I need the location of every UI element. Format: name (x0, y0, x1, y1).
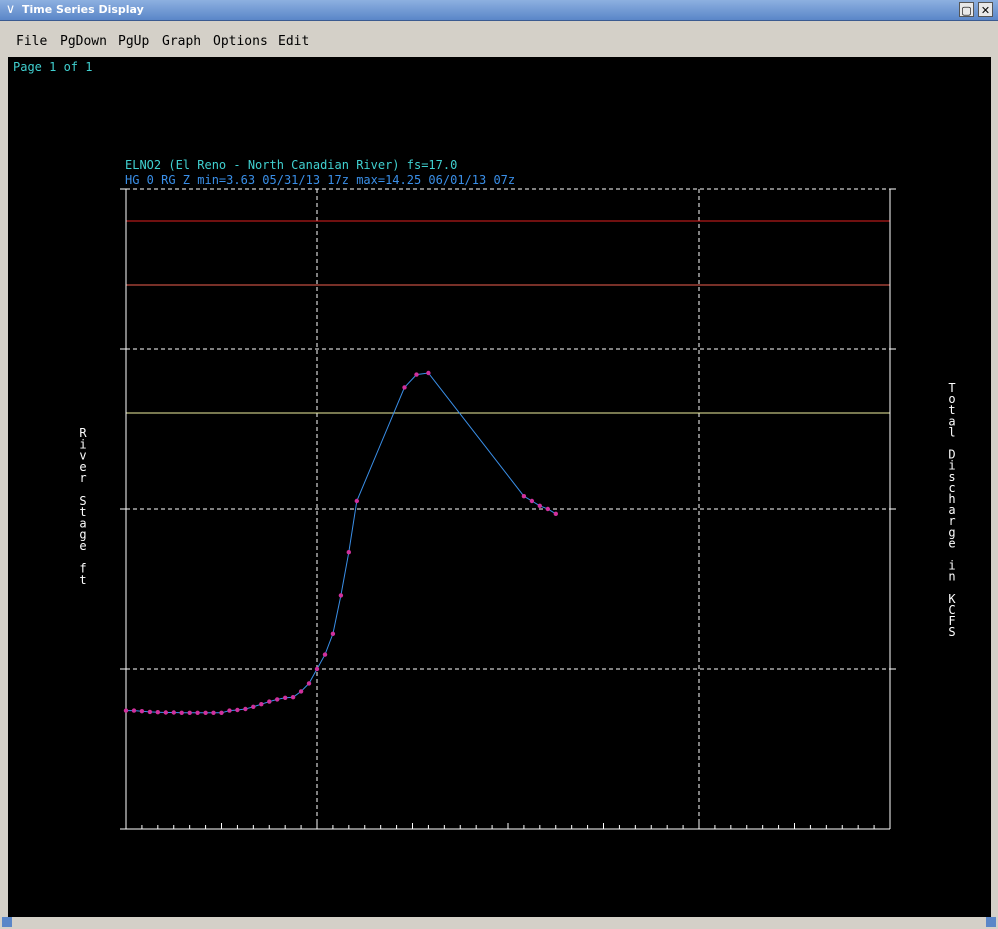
right-axis-label-char: n (948, 570, 955, 584)
chevron-down-icon[interactable]: ∨ (3, 2, 18, 17)
right-axis-label-char: l (948, 425, 955, 439)
data-point (211, 710, 216, 715)
data-point (545, 506, 550, 512)
hydrograph-chart: Page 1 of 1 ELNO2 (El Reno - North Canad… (13, 60, 956, 830)
page-label: Page 1 of 1 (13, 60, 92, 74)
left-axis-label-char: e (79, 539, 86, 553)
data-point (414, 372, 419, 377)
right-axis-label-char: S (948, 625, 955, 639)
plot-area[interactable]: Page 1 of 1 ELNO2 (El Reno - North Canad… (8, 57, 991, 917)
data-point (275, 697, 280, 702)
data-point (314, 666, 320, 672)
resize-corner-left[interactable] (2, 917, 12, 927)
close-icon[interactable]: ✕ (978, 2, 993, 17)
window-frame-bottom (0, 917, 998, 929)
data-point (179, 710, 184, 715)
data-point (330, 631, 336, 636)
data-point (203, 710, 208, 715)
data-point (426, 370, 431, 376)
data-point (155, 710, 160, 715)
data-point (306, 681, 312, 686)
chart-header-line1: ELNO2 (El Reno - North Canadian River) f… (125, 158, 457, 172)
data-point (553, 511, 558, 516)
resize-corner-right[interactable] (986, 917, 996, 927)
window-title: Time Series Display (22, 3, 144, 16)
data-point (147, 709, 153, 715)
data-point (298, 689, 304, 694)
data-point (354, 498, 359, 504)
chart-header-line2: HG 0 RG Z min=3.63 05/31/13 17z max=14.2… (125, 173, 515, 187)
maximize-icon[interactable]: ▢ (959, 2, 974, 17)
data-point (187, 710, 192, 715)
data-point (290, 695, 296, 700)
menu-bar: File PgDown PgUp Graph Options Edit (2, 27, 996, 55)
data-point (139, 709, 145, 714)
menu-pgup[interactable]: PgUp (118, 34, 149, 49)
data-point (346, 550, 351, 555)
data-point (131, 708, 137, 713)
series-line (126, 372, 557, 714)
data-point (219, 710, 224, 715)
data-point (123, 708, 129, 713)
menu-pgdown[interactable]: PgDown (60, 34, 107, 49)
data-point (338, 593, 344, 598)
data-point (259, 702, 264, 707)
data-point (322, 652, 328, 657)
right-axis-label-char: e (948, 536, 955, 550)
data-point (227, 708, 232, 713)
data-point (195, 710, 200, 715)
data-point (163, 710, 168, 715)
data-point (521, 494, 527, 499)
window-title-bar: ∨ Time Series Display ▢ ✕ (0, 0, 998, 21)
data-point (402, 385, 407, 390)
menu-edit[interactable]: Edit (278, 34, 309, 49)
data-point (171, 710, 176, 715)
data-point (283, 695, 288, 700)
data-point (251, 704, 256, 709)
left-axis-label-char: r (79, 471, 86, 485)
menu-options[interactable]: Options (213, 34, 268, 49)
data-point (267, 699, 272, 704)
left-axis-label-char: t (79, 573, 86, 587)
data-point (537, 503, 542, 508)
data-point (529, 498, 535, 504)
menu-graph[interactable]: Graph (162, 34, 201, 49)
data-point (243, 706, 248, 712)
menu-file[interactable]: File (16, 34, 47, 49)
data-point (235, 707, 240, 713)
